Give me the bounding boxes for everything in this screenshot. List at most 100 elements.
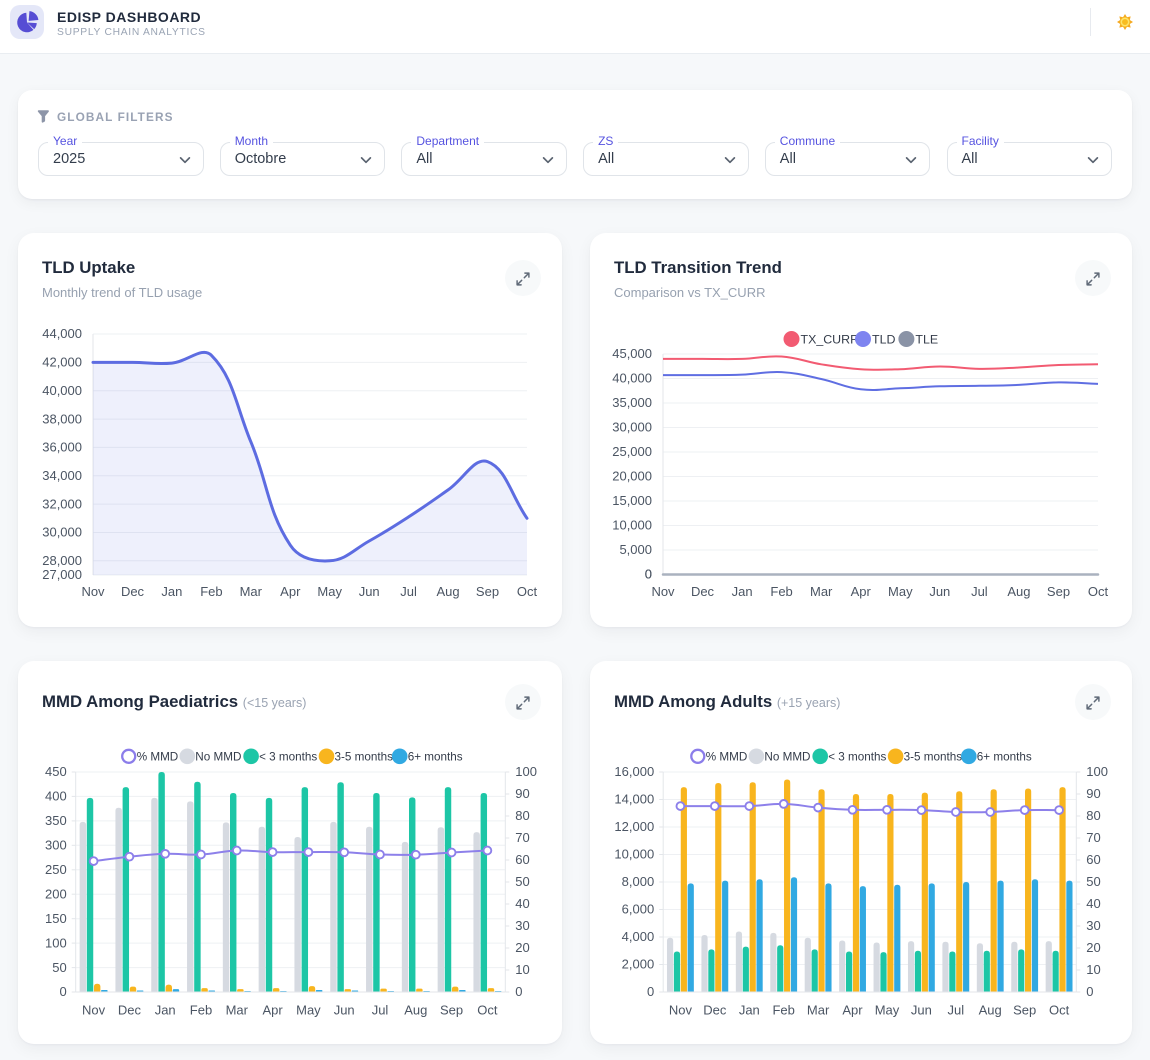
svg-text:TLD: TLD bbox=[872, 332, 895, 346]
svg-text:300: 300 bbox=[45, 838, 67, 853]
svg-text:Jul: Jul bbox=[971, 584, 988, 599]
svg-text:30,000: 30,000 bbox=[612, 420, 652, 435]
svg-text:Jan: Jan bbox=[161, 584, 182, 599]
svg-text:70: 70 bbox=[1086, 830, 1100, 845]
svg-text:6,000: 6,000 bbox=[622, 902, 655, 917]
svg-text:Oct: Oct bbox=[477, 1003, 498, 1018]
svg-text:Aug: Aug bbox=[1007, 584, 1030, 599]
svg-text:90: 90 bbox=[1086, 786, 1100, 801]
svg-text:32,000: 32,000 bbox=[42, 496, 82, 511]
svg-text:Apr: Apr bbox=[262, 1003, 283, 1018]
svg-text:Sep: Sep bbox=[476, 584, 499, 599]
svg-text:8,000: 8,000 bbox=[622, 874, 655, 889]
svg-text:40,000: 40,000 bbox=[612, 371, 652, 386]
svg-text:Nov: Nov bbox=[82, 1003, 106, 1018]
svg-text:36,000: 36,000 bbox=[42, 440, 82, 455]
svg-text:10,000: 10,000 bbox=[614, 847, 654, 862]
svg-text:May: May bbox=[296, 1003, 321, 1018]
svg-text:Jun: Jun bbox=[929, 584, 950, 599]
svg-text:Mar: Mar bbox=[240, 584, 263, 599]
svg-text:40,000: 40,000 bbox=[42, 383, 82, 398]
svg-text:10,000: 10,000 bbox=[612, 518, 652, 533]
svg-text:No MMD: No MMD bbox=[195, 751, 241, 764]
svg-text:Oct: Oct bbox=[517, 584, 538, 599]
svg-text:< 3 months: < 3 months bbox=[828, 751, 886, 764]
svg-text:Sep: Sep bbox=[440, 1003, 463, 1018]
svg-text:May: May bbox=[875, 1003, 900, 1018]
svg-text:% MMD: % MMD bbox=[137, 751, 179, 764]
svg-text:Dec: Dec bbox=[121, 584, 145, 599]
svg-text:34,000: 34,000 bbox=[42, 468, 82, 483]
svg-text:16,000: 16,000 bbox=[614, 764, 654, 779]
svg-text:27,000: 27,000 bbox=[42, 567, 82, 582]
svg-text:Sep: Sep bbox=[1047, 584, 1070, 599]
svg-text:Dec: Dec bbox=[118, 1003, 142, 1018]
svg-text:30: 30 bbox=[515, 918, 529, 933]
svg-text:25,000: 25,000 bbox=[612, 444, 652, 459]
svg-text:Jun: Jun bbox=[359, 584, 380, 599]
svg-text:350: 350 bbox=[45, 813, 67, 828]
svg-text:6+ months: 6+ months bbox=[977, 751, 1032, 764]
svg-text:Nov: Nov bbox=[651, 584, 675, 599]
svg-text:Jul: Jul bbox=[947, 1003, 964, 1018]
svg-text:Feb: Feb bbox=[190, 1003, 212, 1018]
svg-text:44,000: 44,000 bbox=[42, 326, 82, 341]
svg-text:50: 50 bbox=[52, 960, 66, 975]
svg-text:38,000: 38,000 bbox=[42, 411, 82, 426]
svg-text:Feb: Feb bbox=[770, 584, 792, 599]
svg-text:14,000: 14,000 bbox=[614, 792, 654, 807]
svg-text:0: 0 bbox=[647, 984, 654, 999]
svg-text:42,000: 42,000 bbox=[42, 355, 82, 370]
svg-text:3-5 months: 3-5 months bbox=[904, 751, 963, 764]
svg-text:Jun: Jun bbox=[334, 1003, 355, 1018]
svg-text:15,000: 15,000 bbox=[612, 493, 652, 508]
svg-text:35,000: 35,000 bbox=[612, 395, 652, 410]
svg-text:6+ months: 6+ months bbox=[408, 751, 463, 764]
svg-text:10: 10 bbox=[515, 962, 529, 977]
svg-text:60: 60 bbox=[515, 852, 529, 867]
svg-text:0: 0 bbox=[59, 984, 66, 999]
svg-text:70: 70 bbox=[515, 830, 529, 845]
svg-text:Aug: Aug bbox=[437, 584, 460, 599]
svg-text:3-5 months: 3-5 months bbox=[335, 751, 394, 764]
svg-text:May: May bbox=[888, 584, 913, 599]
svg-text:40: 40 bbox=[1086, 896, 1100, 911]
svg-text:60: 60 bbox=[1086, 852, 1100, 867]
svg-text:0: 0 bbox=[645, 567, 652, 582]
svg-text:Aug: Aug bbox=[404, 1003, 427, 1018]
svg-text:28,000: 28,000 bbox=[42, 553, 82, 568]
svg-text:2,000: 2,000 bbox=[622, 957, 655, 972]
svg-text:Jul: Jul bbox=[372, 1003, 389, 1018]
svg-text:No MMD: No MMD bbox=[764, 751, 810, 764]
svg-text:Sep: Sep bbox=[1013, 1003, 1036, 1018]
svg-text:Jun: Jun bbox=[911, 1003, 932, 1018]
svg-text:30: 30 bbox=[1086, 918, 1100, 933]
svg-text:Oct: Oct bbox=[1049, 1003, 1070, 1018]
svg-text:TLE: TLE bbox=[915, 332, 938, 346]
svg-text:30,000: 30,000 bbox=[42, 525, 82, 540]
svg-text:50: 50 bbox=[515, 874, 529, 889]
svg-text:100: 100 bbox=[515, 764, 537, 779]
svg-text:20,000: 20,000 bbox=[612, 469, 652, 484]
svg-text:Apr: Apr bbox=[842, 1003, 863, 1018]
svg-text:50: 50 bbox=[1086, 874, 1100, 889]
svg-text:< 3 months: < 3 months bbox=[259, 751, 317, 764]
svg-text:200: 200 bbox=[45, 886, 67, 901]
svg-text:0: 0 bbox=[1086, 984, 1093, 999]
svg-text:450: 450 bbox=[45, 764, 67, 779]
svg-text:40: 40 bbox=[515, 896, 529, 911]
svg-text:% MMD: % MMD bbox=[706, 751, 748, 764]
svg-text:Jan: Jan bbox=[739, 1003, 760, 1018]
svg-text:80: 80 bbox=[1086, 808, 1100, 823]
svg-text:100: 100 bbox=[1086, 764, 1108, 779]
svg-text:Feb: Feb bbox=[772, 1003, 794, 1018]
svg-text:Jul: Jul bbox=[400, 584, 417, 599]
svg-text:Jan: Jan bbox=[155, 1003, 176, 1018]
svg-text:Mar: Mar bbox=[807, 1003, 830, 1018]
svg-text:Nov: Nov bbox=[81, 584, 105, 599]
svg-text:Jan: Jan bbox=[732, 584, 753, 599]
svg-text:Apr: Apr bbox=[280, 584, 301, 599]
svg-text:400: 400 bbox=[45, 789, 67, 804]
svg-text:Feb: Feb bbox=[200, 584, 222, 599]
svg-text:5,000: 5,000 bbox=[619, 542, 652, 557]
